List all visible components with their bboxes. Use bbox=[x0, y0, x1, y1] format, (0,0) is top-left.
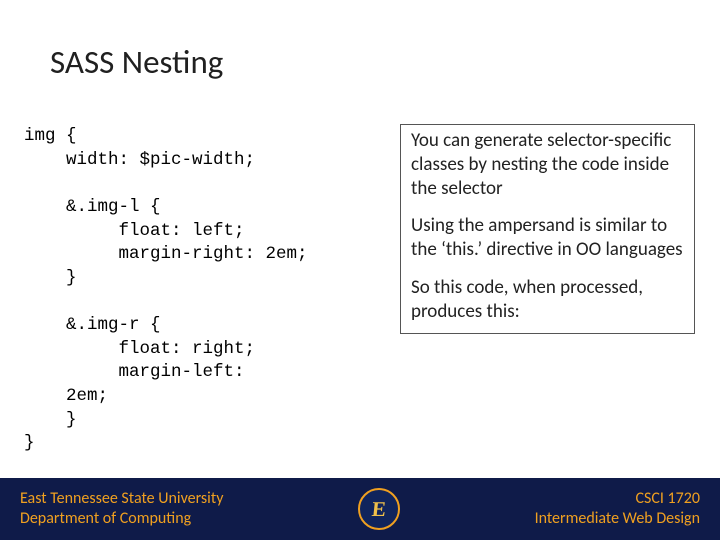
slide: SASS Nesting img { width: $pic-width; &.… bbox=[0, 0, 720, 540]
footer-left: East Tennessee State University Departme… bbox=[20, 489, 223, 529]
footer-university: East Tennessee State University bbox=[20, 489, 223, 509]
explanation-paragraph: Using the ampersand is similar to the ‘t… bbox=[411, 214, 684, 262]
footer-department: Department of Computing bbox=[20, 509, 223, 529]
footer-course-code: CSCI 1720 bbox=[535, 489, 700, 509]
footer-logo-wrap: E bbox=[358, 488, 400, 530]
slide-title: SASS Nesting bbox=[50, 42, 223, 82]
explanation-paragraph: So this code, when processed, produces t… bbox=[411, 276, 684, 324]
footer-course-name: Intermediate Web Design bbox=[535, 509, 700, 529]
explanation-paragraph: You can generate selector-specific class… bbox=[411, 129, 684, 200]
etsu-logo-letter: E bbox=[362, 494, 395, 524]
code-block: img { width: $pic-width; &.img-l { float… bbox=[24, 125, 374, 456]
etsu-logo-icon: E bbox=[358, 488, 400, 530]
footer-bar: East Tennessee State University Departme… bbox=[0, 478, 720, 540]
footer-right: CSCI 1720 Intermediate Web Design bbox=[535, 489, 700, 529]
explanation-box: You can generate selector-specific class… bbox=[400, 124, 695, 334]
